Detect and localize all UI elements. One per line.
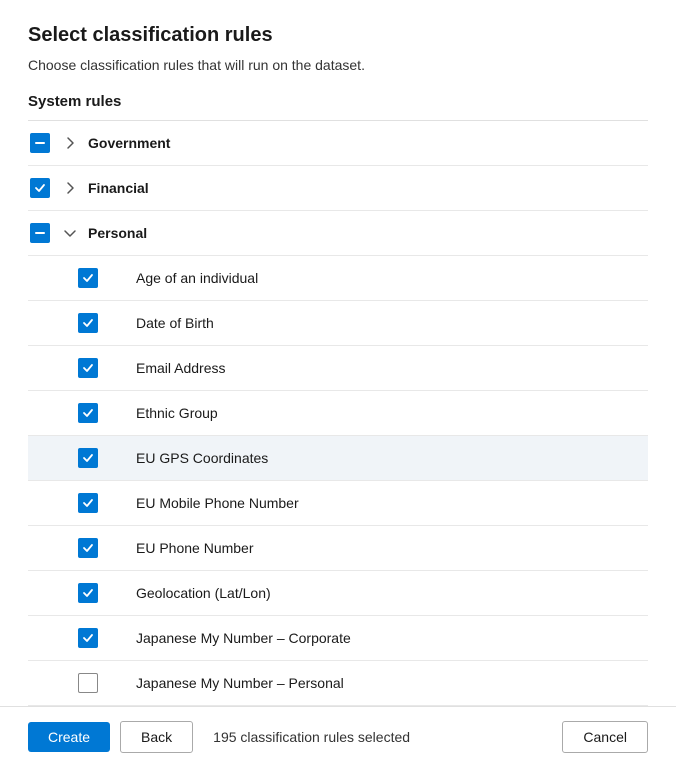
footer: Create Back 195 classification rules sel… <box>0 706 676 767</box>
back-button[interactable]: Back <box>120 721 193 753</box>
rule-label-jpncorp: Japanese My Number – Corporate <box>136 630 351 646</box>
rule-row-email: Email Address <box>28 346 648 391</box>
create-button[interactable]: Create <box>28 722 110 752</box>
partial-icon[interactable] <box>30 133 50 153</box>
checked-icon[interactable] <box>78 313 98 333</box>
rule-label-euphone: EU Phone Number <box>136 540 254 556</box>
chevron-down-icon[interactable] <box>62 225 78 241</box>
checkbox-geolocation[interactable] <box>76 581 100 605</box>
checked-icon[interactable] <box>78 448 98 468</box>
checked-icon[interactable] <box>78 583 98 603</box>
checked-icon[interactable] <box>78 358 98 378</box>
checkbox-age[interactable] <box>76 266 100 290</box>
rule-label-jpnpersonal: Japanese My Number – Personal <box>136 675 344 691</box>
rule-label-financial: Financial <box>88 180 149 196</box>
rule-row-government: Government <box>28 121 648 166</box>
rule-row-dob: Date of Birth <box>28 301 648 346</box>
checkbox-ethnic[interactable] <box>76 401 100 425</box>
rule-row-geolocation: Geolocation (Lat/Lon) <box>28 571 648 616</box>
rule-label-geolocation: Geolocation (Lat/Lon) <box>136 585 271 601</box>
checked-icon[interactable] <box>78 403 98 423</box>
checkbox-euphone[interactable] <box>76 536 100 560</box>
dialog: Select classification rules Choose class… <box>0 0 676 706</box>
rule-label-dob: Date of Birth <box>136 315 214 331</box>
checkbox-eumobile[interactable] <box>76 491 100 515</box>
rule-label-eugps: EU GPS Coordinates <box>136 450 268 466</box>
dialog-subtitle: Choose classification rules that will ru… <box>28 57 648 73</box>
checkbox-eugps[interactable] <box>76 446 100 470</box>
checkbox-personal[interactable] <box>28 221 52 245</box>
rule-row-jpncorp: Japanese My Number – Corporate <box>28 616 648 661</box>
rule-row-personal: Personal <box>28 211 648 256</box>
dialog-title: Select classification rules <box>28 24 648 47</box>
checkbox-jpnpersonal[interactable] <box>76 671 100 695</box>
rules-list: Government Financial Personal Age of an … <box>28 120 648 706</box>
partial-icon[interactable] <box>30 223 50 243</box>
rule-label-government: Government <box>88 135 170 151</box>
checkbox-jpncorp[interactable] <box>76 626 100 650</box>
checked-icon[interactable] <box>78 538 98 558</box>
section-label: System rules <box>28 93 648 110</box>
rule-label-eumobile: EU Mobile Phone Number <box>136 495 299 511</box>
checkbox-government[interactable] <box>28 131 52 155</box>
rule-row-jpnpersonal: Japanese My Number – Personal <box>28 661 648 706</box>
rule-label-email: Email Address <box>136 360 225 376</box>
cancel-button[interactable]: Cancel <box>562 721 648 753</box>
rule-row-eumobile: EU Mobile Phone Number <box>28 481 648 526</box>
checkbox-dob[interactable] <box>76 311 100 335</box>
rule-row-eugps: EU GPS Coordinates <box>28 436 648 481</box>
chevron-right-icon[interactable] <box>62 180 78 196</box>
rule-label-personal: Personal <box>88 225 147 241</box>
rule-row-age: Age of an individual <box>28 256 648 301</box>
footer-info: 195 classification rules selected <box>213 729 410 745</box>
checked-icon[interactable] <box>78 628 98 648</box>
rule-row-euphone: EU Phone Number <box>28 526 648 571</box>
rule-row-financial: Financial <box>28 166 648 211</box>
checked-icon[interactable] <box>78 268 98 288</box>
rule-label-age: Age of an individual <box>136 270 258 286</box>
rule-label-ethnic: Ethnic Group <box>136 405 218 421</box>
checked-icon[interactable] <box>78 493 98 513</box>
checkbox-financial[interactable] <box>28 176 52 200</box>
unchecked-icon[interactable] <box>78 673 98 693</box>
chevron-right-icon[interactable] <box>62 135 78 151</box>
rule-row-ethnic: Ethnic Group <box>28 391 648 436</box>
checked-icon[interactable] <box>30 178 50 198</box>
checkbox-email[interactable] <box>76 356 100 380</box>
